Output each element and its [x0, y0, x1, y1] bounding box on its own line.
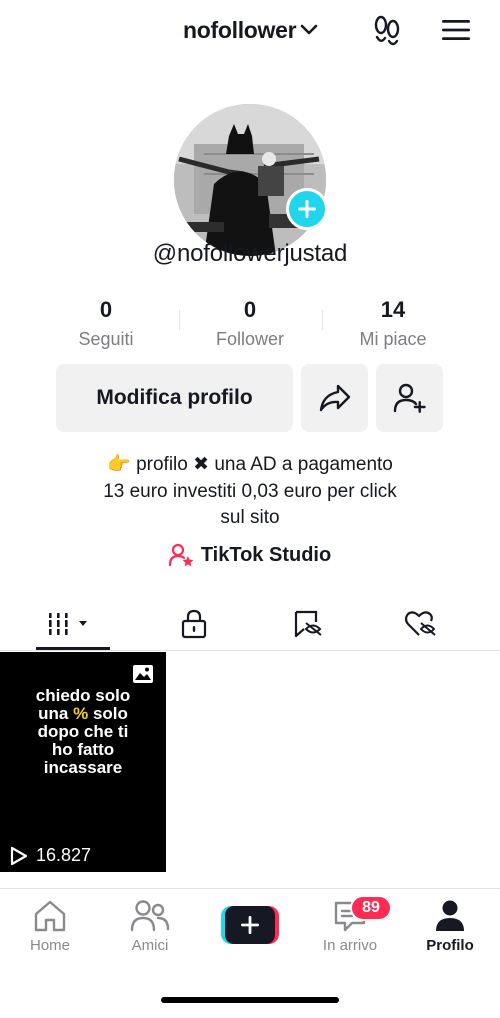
home-icon — [34, 900, 66, 932]
inbox-badge: 89 — [350, 895, 392, 921]
followers-stat[interactable]: 0 Follower — [180, 296, 320, 350]
nav-home[interactable]: Home — [10, 899, 90, 954]
add-story-button[interactable] — [286, 188, 328, 230]
cross-mark-emoji: ✖ — [193, 454, 210, 475]
create-button-core — [225, 906, 275, 944]
top-header: nofollower — [0, 0, 500, 62]
caption-line: chiedo solo — [35, 686, 131, 705]
following-label: Seguiti — [78, 329, 134, 349]
studio-label: TikTok Studio — [200, 543, 332, 566]
play-icon — [10, 846, 28, 865]
bio-line: 13 euro investiti 0,03 euro per click — [103, 480, 397, 502]
likes-stat[interactable]: 14 Mi piace — [323, 296, 463, 350]
view-count-value: 16.827 — [36, 845, 92, 865]
tab-private[interactable] — [131, 598, 256, 650]
share-profile-button[interactable] — [301, 364, 368, 432]
studio-person-star-icon — [168, 543, 194, 567]
account-name: nofollower — [183, 16, 297, 43]
create-button[interactable] — [221, 906, 279, 944]
active-tab-indicator — [36, 647, 110, 650]
photo-icon — [133, 665, 153, 683]
caption-line: una % solo — [0, 705, 166, 723]
video-thumbnail[interactable]: chiedo solo una % solo dopo che ti ho fa… — [0, 652, 166, 872]
nav-profile[interactable]: Profilo — [410, 899, 490, 954]
hamburger-menu-icon[interactable] — [438, 12, 474, 48]
profile-person-icon — [436, 900, 464, 931]
nav-profile-label: Profilo — [426, 937, 474, 954]
profile-handle: @nofollowerjustad — [152, 240, 348, 267]
followers-label: Follower — [215, 329, 285, 349]
hidden-heart-icon — [404, 611, 436, 636]
footprint-icon[interactable] — [369, 12, 405, 48]
bio-text: una AD a pagamento — [214, 454, 393, 475]
account-switcher[interactable]: nofollower — [183, 14, 318, 46]
nav-friends-label: Amici — [131, 937, 169, 954]
tab-videos[interactable] — [20, 598, 120, 650]
nav-friends[interactable]: Amici — [110, 899, 190, 954]
add-user-icon — [393, 383, 426, 413]
profile-avatar-container[interactable] — [174, 104, 328, 256]
view-count: 16.827 — [10, 845, 91, 866]
profile-actions: Modifica profilo — [0, 364, 500, 432]
hidden-bookmark-icon — [294, 610, 322, 638]
caption-word: solo — [92, 704, 128, 723]
nav-home-label: Home — [29, 937, 70, 954]
bio-line: 👉 profilo ✖ una AD a pagamento — [40, 452, 460, 479]
tiktok-studio-link[interactable]: TikTok Studio — [0, 543, 500, 567]
add-friend-button[interactable] — [376, 364, 443, 432]
profile-stats: 0 Seguiti 0 Follower 14 Mi piace — [0, 296, 500, 356]
grid-icon — [47, 613, 87, 635]
video-caption-overlay: chiedo solo una % solo dopo che ti ho fa… — [0, 687, 166, 777]
nav-inbox[interactable]: In arrivo 89 — [310, 895, 392, 954]
caption-line: incassare — [43, 758, 123, 777]
caption-word: una — [38, 704, 69, 723]
following-stat[interactable]: 0 Seguiti — [36, 296, 176, 350]
lock-icon — [181, 609, 206, 639]
followers-count: 0 — [243, 297, 257, 322]
profile-tabs — [0, 598, 500, 651]
caption-highlight: % — [73, 704, 89, 723]
plus-icon — [241, 916, 259, 934]
profile-bio: 👉 profilo ✖ una AD a pagamento 13 euro i… — [40, 452, 460, 532]
friends-icon — [130, 900, 170, 932]
plus-icon — [298, 200, 316, 218]
share-arrow-icon — [319, 384, 350, 412]
bio-text: profilo — [136, 454, 188, 475]
likes-count: 14 — [380, 297, 406, 322]
avatar[interactable] — [174, 104, 326, 256]
pointing-hand-emoji: 👉 — [107, 454, 131, 475]
tab-saved[interactable] — [245, 598, 370, 650]
caption-line: ho fatto — [51, 740, 115, 759]
bottom-navigation: Home Amici In arrivo 89 Profilo — [0, 888, 500, 974]
likes-label: Mi piace — [359, 329, 427, 349]
home-indicator-bar[interactable] — [161, 997, 339, 1003]
following-count: 0 — [99, 297, 113, 322]
nav-inbox-label: In arrivo — [322, 937, 378, 954]
bio-line: sul sito — [220, 507, 280, 528]
tab-liked[interactable] — [358, 598, 483, 650]
chevron-down-icon — [300, 24, 318, 35]
edit-profile-button[interactable]: Modifica profilo — [56, 364, 293, 432]
caption-line: dopo che ti — [37, 722, 129, 741]
